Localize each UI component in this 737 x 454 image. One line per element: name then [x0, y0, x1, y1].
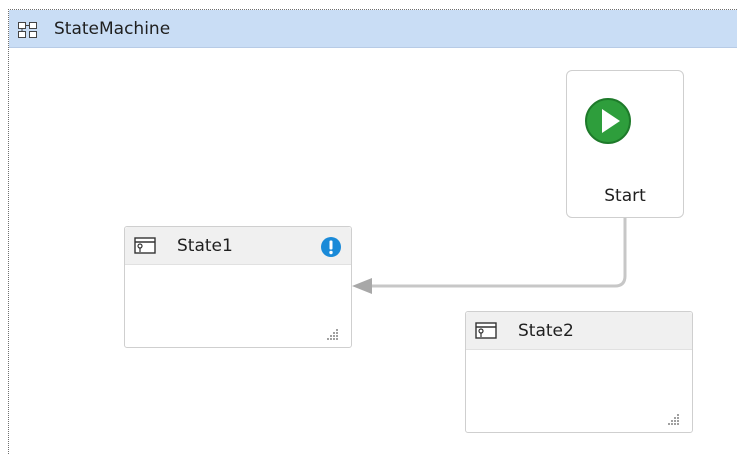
- state-header[interactable]: State1: [125, 227, 351, 265]
- resize-grip-icon[interactable]: [668, 410, 680, 425]
- state-label: State1: [177, 236, 233, 256]
- state-icon: [475, 322, 497, 340]
- state-machine-icon: [18, 22, 38, 38]
- state-machine-header[interactable]: StateMachine: [9, 10, 737, 48]
- play-icon: [584, 97, 632, 145]
- start-node[interactable]: Start: [566, 70, 684, 218]
- start-label: Start: [604, 186, 646, 206]
- state-icon: [134, 237, 156, 255]
- state-node-state2[interactable]: State2: [465, 311, 693, 433]
- workflow-designer-canvas: StateMachine Start State1 State2: [0, 0, 737, 454]
- state-node-state1[interactable]: State1: [124, 226, 352, 348]
- state-machine-title: StateMachine: [54, 19, 171, 39]
- exclamation-icon[interactable]: [320, 236, 342, 258]
- state-header[interactable]: State2: [466, 312, 692, 350]
- state-label: State2: [518, 321, 574, 341]
- resize-grip-icon[interactable]: [327, 325, 339, 340]
